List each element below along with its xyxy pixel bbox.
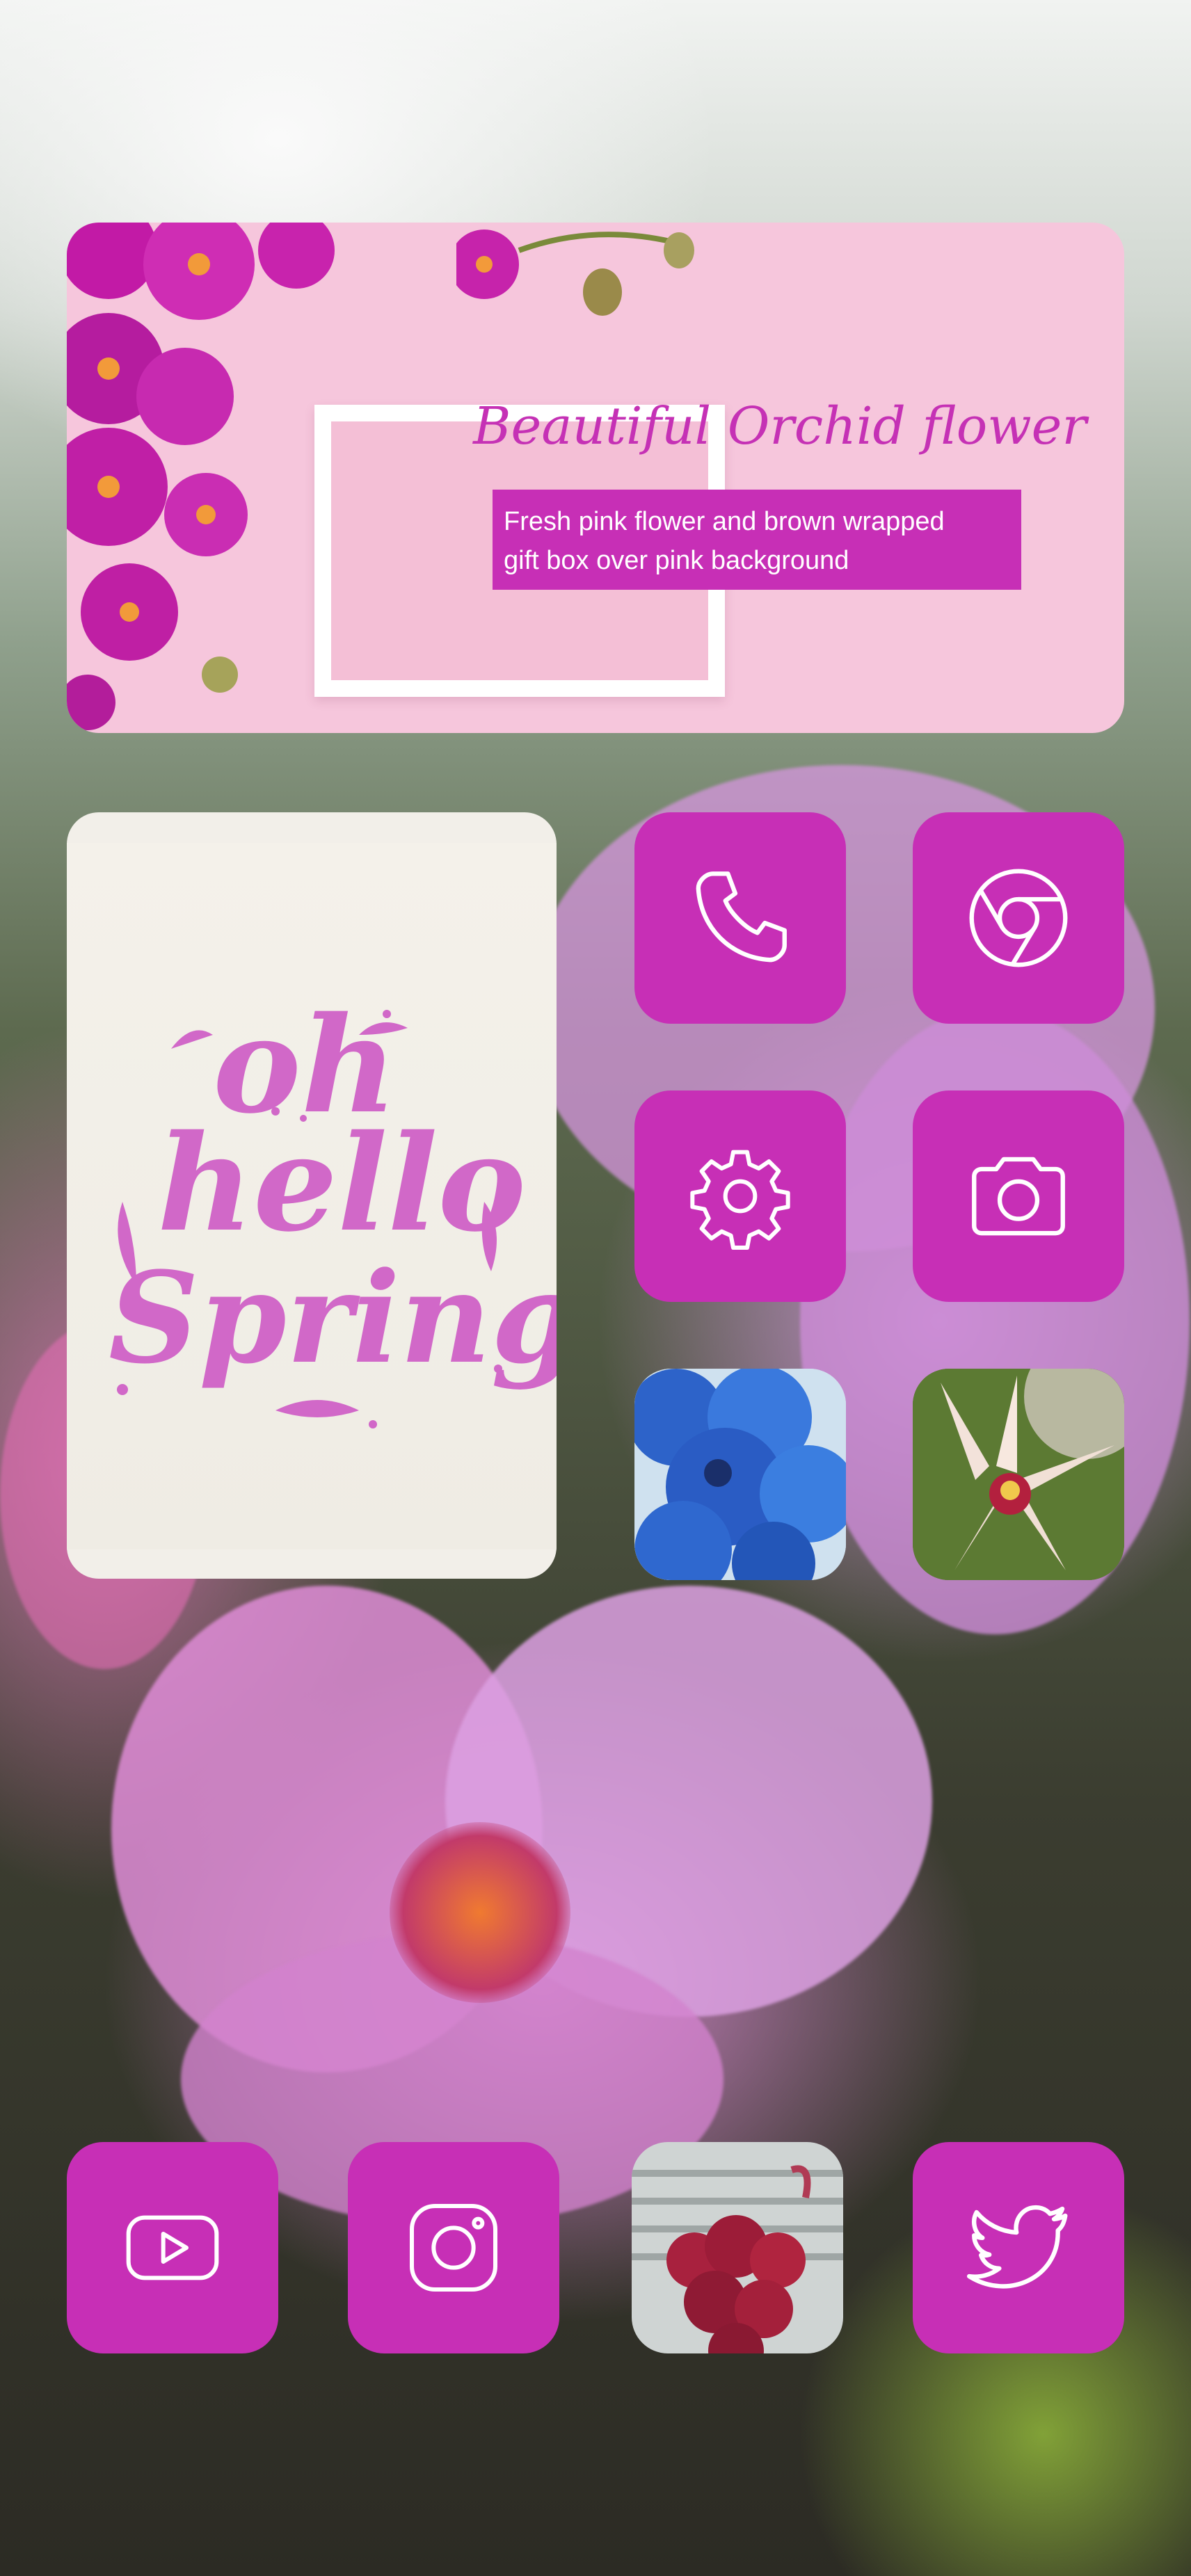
camera-icon [972,1157,1065,1236]
twitter-icon [966,2205,1068,2289]
cream-orchid-image [913,1369,1124,1580]
orchid-photo-button-1[interactable] [913,1369,1124,1580]
chrome-app-button[interactable] [913,812,1124,1024]
blue-orchid-photo-button[interactable] [634,1369,846,1580]
hello-spring-lettering: oh hello Spring [109,988,557,1428]
youtube-app-button[interactable] [67,2142,278,2353]
phone-icon [696,871,787,963]
twitter-app-button[interactable] [913,2142,1124,2353]
banner-title: Beautiful Orchid flower [473,396,1087,456]
gear-icon [690,1150,790,1250]
camera-app-button[interactable] [913,1090,1124,1302]
phone-app-button[interactable] [634,812,846,1024]
orchid-photo-button-2[interactable] [632,2142,843,2353]
spring-line2: hello [157,1106,526,1261]
instagram-app-button[interactable] [348,2142,559,2353]
orchid-banner-widget[interactable]: Beautiful Orchid flower Fresh pink flowe… [67,223,1124,733]
blue-orchid-image [634,1369,846,1580]
banner-description-line1: Fresh pink flower and brown wrapped [504,507,945,536]
instagram-icon [410,2204,497,2292]
hello-spring-widget[interactable]: oh hello Spring [67,812,557,1579]
youtube-icon [126,2215,219,2280]
banner-description-line2: gift box over pink background [504,546,849,575]
banner-description: Fresh pink flower and brown wrapped gift… [493,490,1021,590]
orchid-buds-image [456,230,694,316]
settings-app-button[interactable] [634,1090,846,1302]
red-orchid-image [632,2142,843,2353]
chrome-icon [969,869,1068,967]
